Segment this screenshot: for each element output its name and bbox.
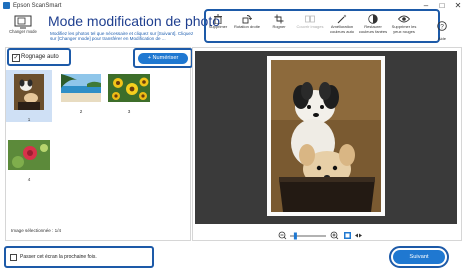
thumbnail-item[interactable]: 3 xyxy=(106,74,152,122)
app-title: Epson ScanSmart xyxy=(13,3,62,9)
restore-colors-button[interactable]: Restaurer couleurs fanées xyxy=(358,14,388,34)
auto-crop-toggle[interactable]: ✓ Rognage auto xyxy=(7,48,71,66)
zoom-toolbar xyxy=(278,231,362,240)
image-viewer xyxy=(195,51,457,224)
thumbnail-number: 4 xyxy=(27,177,31,182)
restore-colors-label: Restaurer couleurs fanées xyxy=(358,24,388,34)
scan-button-frame: + Numériser xyxy=(133,48,193,68)
preview-photo xyxy=(267,56,385,216)
app-icon xyxy=(3,2,10,9)
restore-colors-icon xyxy=(368,14,378,24)
red-eye-label: Supprimer les yeux rouges xyxy=(391,24,417,34)
thumbnail-image-red-flower xyxy=(8,140,50,170)
rotate-right-icon xyxy=(242,15,252,24)
help-icon: ? xyxy=(437,21,447,31)
help-button[interactable]: ? Aide xyxy=(434,18,450,41)
auto-crop-label: Rognage auto xyxy=(21,54,59,60)
next-button[interactable]: Suivant xyxy=(393,250,445,264)
zoom-in-icon[interactable] xyxy=(330,231,339,240)
zoom-slider-thumb[interactable] xyxy=(293,232,297,240)
page-title: Mode modification de photo xyxy=(48,13,220,29)
thumbnail-image-dogs xyxy=(14,74,44,110)
cover-images-icon xyxy=(305,15,315,23)
thumbnail-number: 3 xyxy=(127,109,131,114)
monitor-icon xyxy=(14,15,32,29)
page-description: Modifiez les photos tel que nécessaire e… xyxy=(50,31,194,42)
thumbnail-item[interactable]: 2 xyxy=(58,74,104,122)
scan-button[interactable]: + Numériser xyxy=(138,53,188,64)
zoom-controls xyxy=(278,228,374,240)
delete-button[interactable]: Supprimer xyxy=(203,14,233,30)
thumbnail-number: 1 xyxy=(27,117,31,122)
thumbnail-item[interactable]: 1 xyxy=(6,70,52,122)
rotate-right-button[interactable]: Rotation droite xyxy=(232,14,262,30)
changer-mode-label: Changer mode xyxy=(9,29,37,34)
svg-text:?: ? xyxy=(440,23,444,30)
thumbnail-number: 2 xyxy=(79,109,83,114)
delete-label: Supprimer xyxy=(208,24,228,29)
next-button-frame: Suivant xyxy=(389,246,449,268)
red-eye-button[interactable]: Supprimer les yeux rouges xyxy=(389,14,419,34)
skip-screen-option[interactable]: Passer cet écran la prochaine fois. xyxy=(4,246,154,268)
skip-screen-checkbox[interactable] xyxy=(10,254,17,261)
trash-icon xyxy=(214,14,222,24)
fit-to-window-icon[interactable] xyxy=(344,232,351,239)
changer-mode-button[interactable]: Changer mode xyxy=(6,13,40,43)
help-label: Aide xyxy=(437,36,446,41)
selection-status: Image sélectionnée : 1/4 xyxy=(11,228,62,233)
thumbnail-item[interactable]: 4 xyxy=(6,140,52,188)
cover-images-label: Couvrir images xyxy=(296,24,324,29)
crop-label: Rogner xyxy=(272,24,286,29)
auto-color-label: Amélioration couleurs auto xyxy=(329,24,354,34)
skip-screen-label: Passer cet écran la prochaine fois. xyxy=(20,254,97,260)
magic-wand-icon xyxy=(337,14,347,24)
thumbnail-image-beach xyxy=(61,74,101,102)
thumbnail-grid: 1 2 3 4 xyxy=(6,70,190,220)
auto-color-button[interactable]: Amélioration couleurs auto xyxy=(327,14,357,34)
auto-crop-checkbox[interactable]: ✓ xyxy=(12,54,20,62)
eye-icon xyxy=(398,15,410,23)
close-button[interactable]: ✕ xyxy=(450,0,466,12)
zoom-out-icon[interactable] xyxy=(278,231,287,240)
thumbnail-image-yellow-flowers xyxy=(108,74,150,102)
crop-icon xyxy=(274,14,284,24)
crop-button[interactable]: Rogner xyxy=(264,14,294,30)
cover-images-button[interactable]: Couvrir images xyxy=(295,14,325,30)
rotate-right-label: Rotation droite xyxy=(233,24,260,29)
actual-size-icon[interactable] xyxy=(355,233,362,238)
